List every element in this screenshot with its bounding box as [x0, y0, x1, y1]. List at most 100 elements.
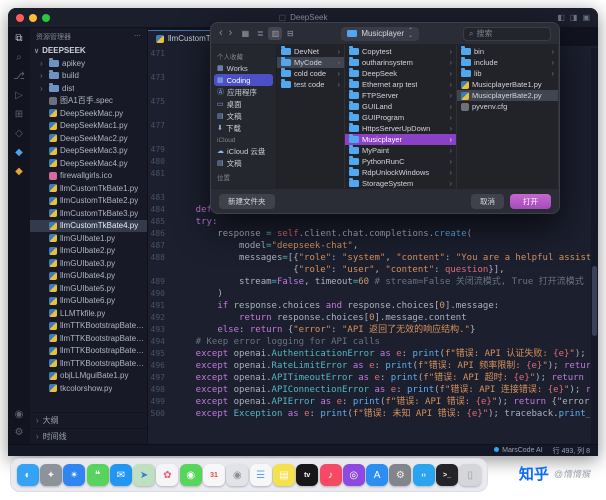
column-item[interactable]: GUILand › [345, 101, 456, 112]
code-line[interactable]: 499 except openai. APIError as e: print(f… [148, 396, 590, 408]
code-line[interactable]: 498 except openai. APIConnectionError as … [148, 384, 590, 396]
path-dropdown[interactable]: Musicplayer ⌃ ⌄ [341, 26, 420, 41]
project-root[interactable]: ∨ DEEPSEEK [30, 44, 147, 57]
messages-icon[interactable]: ❝ [86, 464, 109, 486]
tree-file[interactable]: llmTTKBootstrapBate4.py [30, 357, 147, 370]
column-item[interactable]: FTPServer › [345, 90, 456, 101]
tree-file[interactable]: llmGUIbate6.py [30, 295, 147, 308]
column-item[interactable]: bin › [457, 46, 558, 57]
view-mode-icon-1[interactable]: ≣ [253, 27, 267, 40]
column-item[interactable]: GUIProgram › [345, 112, 456, 123]
code-line[interactable]: 496 except openai. RateLimitError as e: p… [148, 360, 590, 372]
explorer-icon[interactable]: ⧉ [15, 34, 22, 44]
tree-file[interactable]: tkcolorshow.py [30, 382, 147, 395]
column-item[interactable]: include › [457, 57, 558, 68]
app-store-icon[interactable]: A [366, 464, 389, 486]
remote-icon[interactable]: ◇ [15, 129, 23, 139]
vscode-icon[interactable]: ‹› [412, 464, 435, 486]
layout-icon[interactable]: ◧ [557, 13, 565, 22]
tree-file[interactable]: llmGUIbate5.py [30, 282, 147, 295]
account-icon[interactable]: ◉ [15, 410, 24, 420]
marscode-ai-status[interactable]: MarsCode AI [494, 447, 543, 454]
maps-icon[interactable]: ➤ [133, 464, 156, 486]
tree-file[interactable]: firewallgirls.ico [30, 170, 147, 183]
tree-file[interactable]: llmCustomTkBate4.py [30, 219, 147, 232]
notes-icon[interactable]: ▤ [272, 464, 295, 486]
column-item[interactable]: cold code › [277, 68, 344, 79]
code-line[interactable]: {"role": "user", "content": question}], [148, 264, 590, 276]
column-item[interactable]: HttpsServerUpDown › [345, 123, 456, 134]
sidebar-item-文稿[interactable]: ▤ 文稿 [214, 110, 273, 122]
tree-file[interactable]: LLMTkfile.py [30, 307, 147, 320]
launchpad-icon[interactable]: ✦ [39, 464, 62, 486]
tree-file[interactable]: llmGUIbate2.py [30, 245, 147, 258]
sidebar-item-文稿[interactable]: ▤ 文稿 [214, 157, 273, 169]
view-mode-icon-3[interactable]: ⊟ [283, 27, 297, 40]
sidebar-item-应用程序[interactable]: Ⓐ 应用程序 [214, 86, 273, 98]
facetime-icon[interactable]: ◉ [179, 464, 202, 486]
column-item[interactable]: MusicplayerBate1.py [457, 79, 558, 90]
tree-file[interactable]: llmCustomTkBate1.py [30, 182, 147, 195]
settings-gear-icon[interactable]: ⚙ [15, 428, 24, 438]
tree-file[interactable]: llmCustomTkBate3.py [30, 207, 147, 220]
code-line[interactable]: 490 ) [148, 288, 590, 300]
column-item[interactable]: outharinsystem › [345, 57, 456, 68]
python-env-icon[interactable]: ◆ [15, 167, 23, 177]
photos-icon[interactable]: ✿ [156, 464, 179, 486]
column-item[interactable]: StorageSystem › [345, 178, 456, 188]
column-item[interactable]: Copytest › [345, 46, 456, 57]
system-settings-icon[interactable]: ⚙ [389, 464, 412, 486]
column-item[interactable]: DeepSeek › [345, 68, 456, 79]
tree-file[interactable]: DeepSeekMac3.py [30, 145, 147, 158]
finder-icon[interactable]: ◐ [16, 464, 39, 486]
tree-file[interactable]: › dist [30, 82, 147, 95]
code-line[interactable]: 494 # Keep error logging for API calls [148, 336, 590, 348]
tree-file[interactable]: DeepSeekMac1.py [30, 120, 147, 133]
run-debug-icon[interactable]: ▷ [15, 91, 23, 101]
cursor-position-status[interactable]: 行 493, 列 8 [553, 446, 590, 456]
tree-file[interactable]: DeepSeekMac4.py [30, 157, 147, 170]
new-folder-button[interactable]: 新建文件夹 [219, 193, 275, 209]
sidebar-item-Works[interactable]: ▦ Works [214, 62, 273, 74]
layout-icon[interactable]: ◨ [570, 13, 578, 22]
ai-assistant-icon[interactable]: ◆ [15, 148, 23, 158]
code-line[interactable]: 488 messages =[{"role": "system", "conten… [148, 252, 590, 264]
code-line[interactable]: 495 except openai. AuthenticationError as… [148, 348, 590, 360]
code-line[interactable]: 493 else: return {"error": "API 返回了无效的响应… [148, 324, 590, 336]
forward-icon[interactable]: › [229, 28, 233, 39]
sidebar-item-桌面[interactable]: ▭ 桌面 [214, 98, 273, 110]
mail-icon[interactable]: ✉ [109, 464, 132, 486]
trash-icon[interactable]: ▯ [459, 464, 482, 486]
column-item[interactable]: test code › [277, 79, 344, 90]
open-button[interactable]: 打开 [510, 193, 551, 209]
tree-file[interactable]: objLLMguiBate1.py [30, 370, 147, 383]
sidebar-item-下载[interactable]: ⬇ 下载 [214, 122, 273, 134]
tree-file[interactable]: 图A1百手.spec [30, 95, 147, 108]
view-mode-icon-0[interactable]: ▦ [238, 27, 252, 40]
back-icon[interactable]: ‹ [219, 28, 223, 39]
tree-file[interactable]: › build [30, 70, 147, 83]
code-line[interactable]: 487 model = "deepseek-chat", [148, 240, 590, 252]
tree-file[interactable]: llmGUIbate1.py [30, 232, 147, 245]
column-item[interactable]: lib › [457, 68, 558, 79]
extensions-icon[interactable]: ⊞ [15, 110, 23, 120]
column-item[interactable]: MusicplayerBate2.py [457, 90, 558, 101]
tree-file[interactable]: llmTTKBootstrapBate3.py [30, 345, 147, 358]
tv-icon[interactable]: tv [296, 464, 319, 486]
scrollbar-thumb[interactable] [592, 265, 597, 336]
tree-file[interactable]: DeepSeekMac.py [30, 107, 147, 120]
code-line[interactable]: 485 try: [148, 216, 590, 228]
source-control-icon[interactable]: ⎇ [13, 72, 25, 82]
tree-file[interactable]: llmGUIbate4.py [30, 270, 147, 283]
tree-file[interactable]: › apikey [30, 57, 147, 70]
music-icon[interactable]: ♪ [319, 464, 342, 486]
code-line[interactable]: 500 except Exception as e: print(f"错误: 未… [148, 408, 590, 420]
search-input[interactable]: ⌕ 搜索 [463, 26, 551, 41]
tree-file[interactable]: llmTTKBootstrapBate2.py [30, 332, 147, 345]
view-mode-icon-2[interactable]: ▥ [268, 27, 283, 40]
podcasts-icon[interactable]: ◎ [342, 464, 365, 486]
explorer-more-icon[interactable]: ⋯ [134, 32, 141, 42]
code-line[interactable]: 486 response = self .client.chat.completi… [148, 228, 590, 240]
outline-section[interactable]: › 大纲 [30, 412, 147, 428]
code-line[interactable]: 492 return response.choices[0].message.c… [148, 312, 590, 324]
